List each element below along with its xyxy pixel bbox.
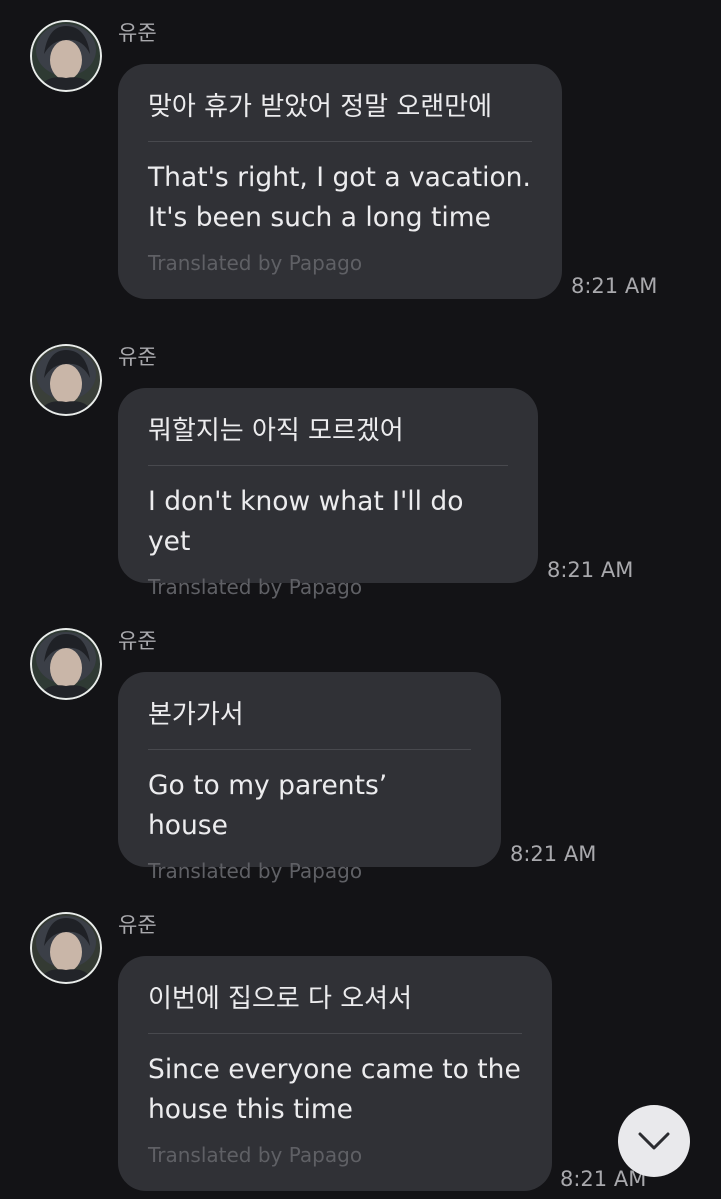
original-text: 맞아 휴가 받았어 정말 오랜만에 [148, 90, 532, 142]
translated-text: Go to my parents’ house [148, 766, 471, 846]
translation-credit: Translated by Papago [148, 1143, 363, 1167]
original-text: 뭐할지는 아직 모르겠어 [148, 414, 508, 466]
translation-credit: Translated by Papago [148, 859, 363, 883]
translated-line: I don't know what I'll do yet [148, 486, 464, 557]
sender-name: 유준 [118, 345, 157, 369]
message-bubble[interactable]: 본가가서 Go to my parents’ house Translated … [118, 672, 501, 883]
sender-name: 유준 [118, 913, 157, 937]
translated-text: I don't know what I'll do yet [148, 482, 508, 562]
sender-name: 유준 [118, 629, 157, 653]
original-text: 이번에 집으로 다 오셔서 [148, 982, 522, 1034]
translated-line: house this time [148, 1094, 353, 1125]
translated-line: It's been such a long time [148, 202, 491, 233]
chevron-down-icon [638, 1132, 670, 1150]
message-time: 8:21 AM [510, 842, 597, 866]
translation-credit: Translated by Papago [148, 575, 363, 599]
translated-line: That's right, I got a vacation. [148, 162, 531, 193]
avatar[interactable] [30, 20, 102, 92]
sender-name: 유준 [118, 21, 157, 45]
message-bubble[interactable]: 뭐할지는 아직 모르겠어 I don't know what I'll do y… [118, 388, 538, 599]
message-time: 8:21 AM [571, 274, 658, 298]
translation-credit: Translated by Papago [148, 251, 363, 275]
translated-text: Since everyone came to the house this ti… [148, 1050, 522, 1130]
avatar[interactable] [30, 344, 102, 416]
scroll-to-bottom-button[interactable] [618, 1105, 690, 1177]
translated-line: Since everyone came to the [148, 1054, 521, 1085]
original-text: 본가가서 [148, 698, 471, 750]
message-bubble[interactable]: 맞아 휴가 받았어 정말 오랜만에 That's right, I got a … [118, 64, 562, 299]
message-time: 8:21 AM [547, 558, 634, 582]
translated-text: That's right, I got a vacation. It's bee… [148, 158, 532, 238]
avatar[interactable] [30, 628, 102, 700]
translated-line: Go to my parents’ house [148, 770, 388, 841]
message-bubble[interactable]: 이번에 집으로 다 오셔서 Since everyone came to the… [118, 956, 552, 1191]
avatar[interactable] [30, 912, 102, 984]
